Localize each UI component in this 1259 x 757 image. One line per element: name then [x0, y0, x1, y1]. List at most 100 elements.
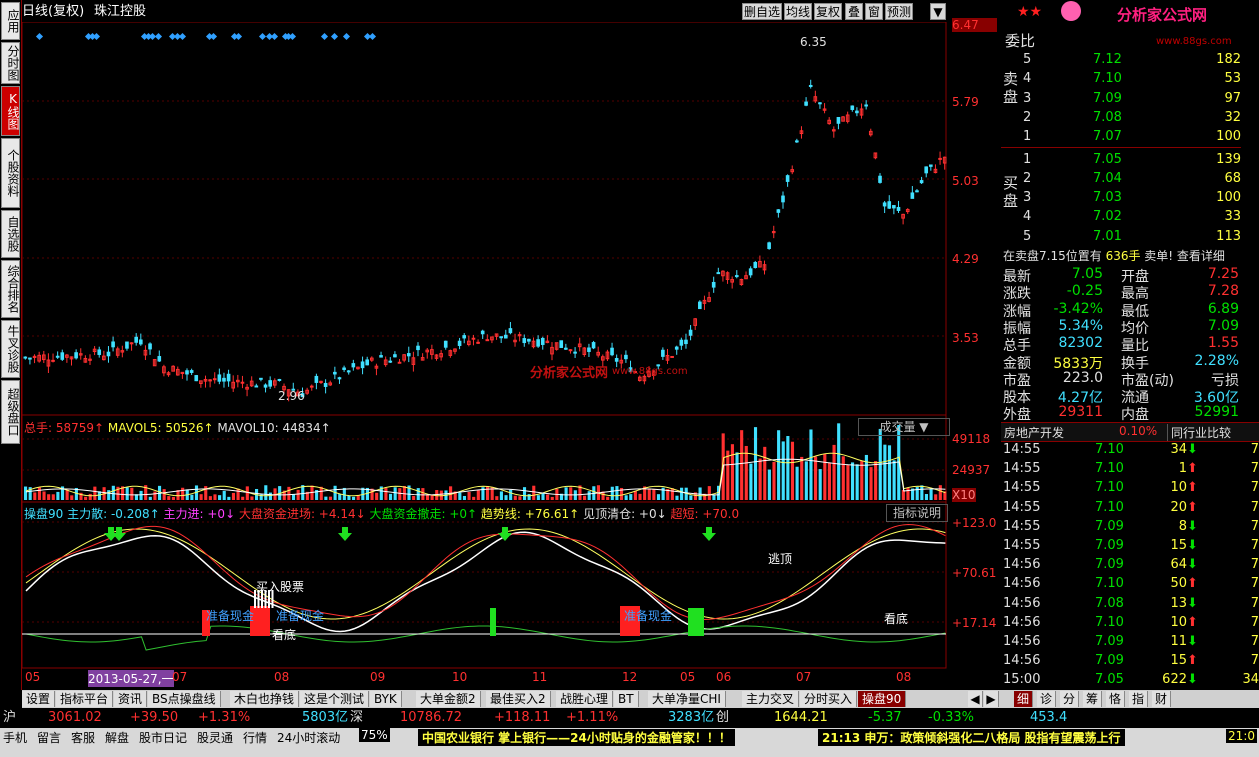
sell-row[interactable]: 2 7.08 32 [1023, 110, 1241, 127]
bottom-tab-14[interactable]: 操盘90 [858, 691, 907, 707]
sell-row[interactable]: 4 7.10 53 [1023, 71, 1241, 88]
left-tab-3[interactable]: 个股资料 [1, 138, 20, 208]
status-item-2[interactable]: 客服 [71, 729, 95, 746]
tick-row[interactable]: 14:56 7.09 64 ⬇ 7 [1003, 557, 1259, 574]
bottom-tab-12[interactable]: 主力交叉 [742, 691, 800, 707]
top-button-2[interactable]: 复权 [814, 3, 842, 20]
quote-row: 涨跌 -0.25 最高 7.28 [1003, 283, 1243, 302]
right-tab-5[interactable]: 指 [1129, 691, 1148, 707]
buy-row[interactable]: 1 7.05 139 [1023, 152, 1241, 169]
volume-bar [462, 495, 467, 500]
top-button-1[interactable]: 均线 [784, 3, 812, 20]
ind-main: 操盘90 主力散: -0.208↑ [24, 507, 160, 521]
down-arrow-icon [702, 527, 716, 541]
bottom-tab-5[interactable]: 这是个测试 [300, 691, 370, 707]
buy-row[interactable]: 3 7.03 100 [1023, 190, 1241, 207]
top-button-3[interactable]: 叠 [845, 3, 863, 20]
tick-volume: 8 [1178, 518, 1187, 534]
tick-row[interactable]: 15:00 7.05 622 ⬇ 34 [1003, 672, 1259, 689]
status-item-6[interactable]: 行情 [243, 729, 267, 746]
logo-text: 分析家公式网 [1117, 6, 1208, 24]
volume-bar [606, 496, 610, 500]
right-tab-0[interactable]: 细 [1014, 691, 1033, 707]
chart-watermark-url: www.88gs.com [612, 366, 688, 377]
volume-bar [250, 496, 254, 500]
buy-row[interactable]: 5 7.01 113 [1023, 229, 1241, 246]
period-label[interactable]: 日线(复权) [22, 4, 84, 19]
volume-bar [245, 486, 249, 500]
top-button-6[interactable]: ▼ [930, 3, 946, 20]
kline-chart[interactable] [22, 22, 1000, 690]
bottom-tab-6[interactable]: BYK [370, 691, 402, 707]
tick-row[interactable]: 14:55 7.10 10 ⬆ 7 [1003, 480, 1259, 497]
bottom-tab-9[interactable]: 战胜心理 [556, 691, 614, 707]
volume-bar [800, 456, 804, 500]
order-notice[interactable]: 在卖盘7.15位置有 636手 卖单! 查看详细 [1003, 247, 1225, 264]
right-tab-6[interactable]: 财 [1152, 691, 1171, 707]
bottom-tab-2[interactable]: 资讯 [114, 691, 148, 707]
status-item-0[interactable]: 手机 [3, 729, 27, 746]
candle-body [212, 378, 217, 381]
sell-row[interactable]: 3 7.09 97 [1023, 91, 1241, 108]
tick-row[interactable]: 14:55 7.10 20 ⬆ 7 [1003, 500, 1259, 517]
status-item-1[interactable]: 留言 [37, 729, 61, 746]
x-axis-label-2: 07 [172, 670, 188, 684]
status-ad[interactable]: 中国农业银行 掌上银行——24小时贴身的金融管家！！！ [418, 729, 735, 746]
right-tab-3[interactable]: 筹 [1083, 691, 1102, 707]
tick-row[interactable]: 14:55 7.10 34 ⬇ 7 [1003, 442, 1259, 459]
industry-compare-button[interactable]: 同行业比较 [1167, 424, 1231, 441]
left-tab-1[interactable]: 分时图 [1, 42, 20, 84]
scroll-left-button[interactable]: ◀ [968, 691, 983, 707]
status-item-3[interactable]: 解盘 [105, 729, 129, 746]
bottom-tab-10[interactable]: BT [614, 691, 639, 707]
scroll-right-button[interactable]: ▶ [984, 691, 999, 707]
tick-row[interactable]: 14:56 7.08 13 ⬇ 7 [1003, 596, 1259, 613]
tick-time: 14:55 [1003, 538, 1041, 553]
tick-row[interactable]: 14:55 7.10 1 ⬆ 7 [1003, 461, 1259, 478]
right-tab-2[interactable]: 分 [1060, 691, 1079, 707]
volume-indicator-select[interactable]: 成交量 ▼ [858, 418, 950, 436]
top-button-0[interactable]: 删自选 [742, 3, 782, 20]
volume-bar [24, 486, 28, 500]
left-tab-2[interactable]: K线图 [1, 86, 20, 136]
status-item-7[interactable]: 24小时滚动 [277, 729, 340, 746]
bottom-tab-11[interactable]: 大单净量CHI [648, 691, 726, 707]
buy-row[interactable]: 2 7.04 68 [1023, 171, 1241, 188]
bottom-tab-13[interactable]: 分时买入 [800, 691, 858, 707]
indicator-help-button[interactable]: 指标说明 [886, 504, 948, 522]
bottom-tab-0[interactable]: 设置 [22, 691, 56, 707]
tick-row[interactable]: 14:56 7.09 15 ⬆ 7 [1003, 653, 1259, 670]
tick-row[interactable]: 14:55 7.09 15 ⬇ 7 [1003, 538, 1259, 555]
bottom-tab-8[interactable]: 最佳买入2 [486, 691, 551, 707]
tick-row[interactable]: 14:56 7.10 50 ⬆ 7 [1003, 576, 1259, 593]
bottom-tab-7[interactable]: 大单金额2 [416, 691, 481, 707]
bottom-tab-1[interactable]: 指标平台 [56, 691, 114, 707]
right-tab-4[interactable]: 恪 [1106, 691, 1125, 707]
status-news[interactable]: 21:13 申万：政策倾斜强化二八格局 股指有望震荡上行 [818, 729, 1125, 746]
notice-link[interactable]: 卖单! 查看详细 [1144, 249, 1225, 263]
quote-value: 223.0 [1062, 369, 1103, 386]
sell-row[interactable]: 1 7.07 100 [1023, 129, 1241, 146]
tick-row[interactable]: 14:55 7.09 8 ⬇ 7 [1003, 519, 1259, 536]
bottom-tab-3[interactable]: BS点操盘线 [148, 691, 221, 707]
top-button-5[interactable]: 预测 [885, 3, 913, 20]
top-button-4[interactable]: 窗 [865, 3, 883, 20]
left-tab-5[interactable]: 综合排名 [1, 260, 20, 318]
volume-bar [670, 488, 674, 500]
buy-row[interactable]: 4 7.02 33 [1023, 209, 1241, 226]
sell-row[interactable]: 5 7.12 182 [1023, 52, 1241, 69]
tick-price: 7.09 [1095, 653, 1124, 669]
left-tab-4[interactable]: 自选股 [1, 210, 20, 258]
status-item-4[interactable]: 股市日记 [139, 729, 187, 746]
left-tab-7[interactable]: 超级盘口 [1, 380, 20, 444]
right-tab-1[interactable]: 诊 [1037, 691, 1056, 707]
tick-row[interactable]: 14:56 7.10 10 ⬆ 7 [1003, 615, 1259, 632]
industry-name[interactable]: 房地产开发 [1004, 424, 1064, 441]
volume-bar [777, 430, 781, 500]
bottom-tab-4[interactable]: 木白也挣钱 [230, 691, 300, 707]
tick-row[interactable]: 14:56 7.09 11 ⬇ 7 [1003, 634, 1259, 651]
status-item-5[interactable]: 股灵通 [197, 729, 233, 746]
left-tab-0[interactable]: 应用 [1, 2, 20, 40]
left-tab-6[interactable]: 牛叉诊股 [1, 320, 20, 378]
candle-body [139, 339, 143, 345]
